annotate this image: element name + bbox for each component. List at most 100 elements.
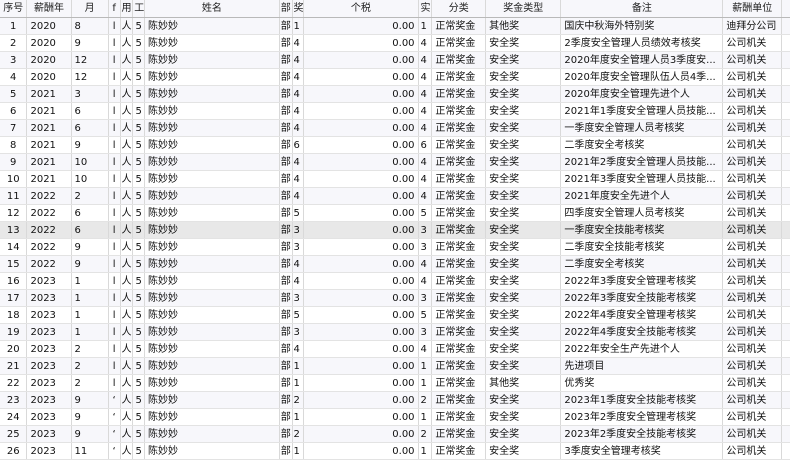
table-row[interactable]: 18 2023 1 l 人 5 陈妙妙部 5 0.00 5 正常奖金 安全奖 2022年4季度安全管理考… — [0, 307, 790, 324]
cell-remark: 3季度安全管理考核奖 — [561, 443, 724, 459]
col-header-tax[interactable]: 个税 — [304, 0, 419, 17]
cell-employ-type: 人 — [121, 120, 134, 136]
cell-bonus-type: 安全奖 — [486, 426, 562, 442]
cell-category: 正常奖金 — [432, 137, 487, 153]
cell-dept: 部 — [280, 375, 293, 391]
table-row[interactable]: 9 2021 10 l 人 5 陈妙妙部 4 0.00 4 正常奖金 安全奖 2021年2季度安全管理人… — [0, 154, 790, 171]
table-row[interactable]: 12 2022 6 l 人 5 陈妙妙部 5 0.00 5 正常奖金 安全奖 四季度安全管理人员考核奖公… — [0, 205, 790, 222]
row-filler — [782, 239, 790, 255]
table-row[interactable]: 23 2023 9 ‘人 5 陈妙妙部 2 0.00 2 正常奖金 安全奖 2023年1季度安全技能考… — [0, 392, 790, 409]
cell-year: 2023 — [27, 375, 72, 391]
cell-pay-unit: 公司机关 — [723, 443, 783, 459]
table-row[interactable]: 7 2021 6 l 人 5 陈妙妙部 4 0.00 4 正常奖金 安全奖 一季度安全管理人员考核奖 公司… — [0, 120, 790, 137]
table-row[interactable]: 6 2021 6 l 人 5 陈妙妙部 4 0.00 4 正常奖金 安全奖 2021年1季度安全管理人员… — [0, 103, 790, 120]
cell-dept: 部 — [280, 273, 293, 289]
col-header-month[interactable]: 月 — [72, 0, 109, 17]
cell-remark: 2023年2季度安全管理考核奖 — [561, 409, 724, 425]
cell-seq: 19 — [0, 324, 28, 340]
cell-category: 正常奖金 — [432, 392, 487, 408]
cell-f: l — [109, 52, 121, 68]
col-header-category[interactable]: 分类 — [432, 0, 487, 17]
col-header-bonus-type[interactable]: 奖金类型 — [486, 0, 562, 17]
table-row[interactable]: 2 2020 9 l 人 5 陈妙妙部 4 0.00 4 正常奖金 安全奖 2季度安全管理人员绩效考核奖… — [0, 35, 790, 52]
cell-f: l — [109, 103, 121, 119]
cell-work: 5 — [133, 69, 146, 85]
table-row[interactable]: 25 2023 9 ‘人 5 陈妙妙部 2 0.00 2 正常奖金 安全奖 2023年2季度安全技能考… — [0, 426, 790, 443]
table-row[interactable]: 14 2022 9 l 人 5 陈妙妙部 3 0.00 3 正常奖金 安全奖 二季度安全技能考核奖 公司机… — [0, 239, 790, 256]
cell-remark: 2020年度安全管理先进个人 — [561, 86, 724, 102]
table-row[interactable]: 13 2022 6 l 人 5 陈妙妙部 3 0.00 3 正常奖金 安全奖 一季度安全技能考核奖 公司机… — [0, 222, 790, 239]
col-header-name[interactable]: 姓名 — [145, 0, 280, 17]
cell-name: 陈妙妙 — [145, 307, 280, 323]
cell-f: l — [109, 222, 121, 238]
table-row[interactable]: 11 2022 2 l 人 5 陈妙妙部 4 0.00 4 正常奖金 安全奖 2021年度安全先进个人公… — [0, 188, 790, 205]
cell-tax: 0.00 — [304, 120, 419, 136]
col-header-bonus[interactable]: 奖 — [293, 0, 305, 17]
cell-employ-type: 人 — [121, 341, 134, 357]
cell-year: 2022 — [27, 222, 72, 238]
table-row[interactable]: 5 2021 3 l 人 5 陈妙妙部 4 0.00 4 正常奖金 安全奖 2020年度安全管理先进个人… — [0, 86, 790, 103]
cell-pay-unit: 公司机关 — [723, 103, 783, 119]
cell-bonus: 2 — [293, 392, 305, 408]
table-row[interactable]: 1 2020 8 l 人 5 陈妙妙部 1 0.00 1 正常奖金 其他奖 国庆中秋海外特别奖 迪拜分公司 — [0, 18, 790, 35]
cell-pay-unit: 公司机关 — [723, 86, 783, 102]
row-filler — [782, 18, 790, 34]
col-header-dept[interactable]: 部 — [280, 0, 293, 17]
cell-month: 2 — [72, 341, 109, 357]
table-row[interactable]: 24 2023 9 ‘人 5 陈妙妙部 1 0.00 1 正常奖金 安全奖 2023年2季度安全管理考… — [0, 409, 790, 426]
cell-year: 2023 — [27, 392, 72, 408]
col-header-remark[interactable]: 备注 — [561, 0, 724, 17]
table-row[interactable]: 8 2021 9 l 人 5 陈妙妙部 6 0.00 6 正常奖金 安全奖 二季度安全考核奖 公司机关 — [0, 137, 790, 154]
cell-actual: 6 — [419, 137, 433, 153]
cell-year: 2023 — [27, 358, 72, 374]
cell-seq: 21 — [0, 358, 28, 374]
table-row[interactable]: 22 2023 2 l 人 5 陈妙妙部 1 0.00 1 正常奖金 其他奖 优秀奖 公司机关 — [0, 375, 790, 392]
cell-month: 10 — [72, 154, 109, 170]
cell-tax: 0.00 — [304, 426, 419, 442]
cell-actual: 2 — [419, 392, 433, 408]
col-header-seq[interactable]: 序号 — [0, 0, 28, 17]
table-row[interactable]: 21 2023 2 l 人 5 陈妙妙部 1 0.00 1 正常奖金 安全奖 先进项目 公司机关 — [0, 358, 790, 375]
cell-category: 正常奖金 — [432, 443, 487, 459]
cell-name: 陈妙妙 — [145, 171, 280, 187]
col-header-actual[interactable]: 实 — [419, 0, 433, 17]
cell-tax: 0.00 — [304, 341, 419, 357]
cell-tax: 0.00 — [304, 256, 419, 272]
cell-category: 正常奖金 — [432, 205, 487, 221]
cell-f: ‘ — [109, 409, 121, 425]
col-header-f[interactable]: f — [109, 0, 121, 17]
cell-bonus: 1 — [293, 409, 305, 425]
table-row[interactable]: 17 2023 1 l 人 5 陈妙妙部 3 0.00 3 正常奖金 安全奖 2022年3季度安全技能考… — [0, 290, 790, 307]
col-header-employ-type[interactable]: 用 — [121, 0, 134, 17]
table-row[interactable]: 16 2023 1 l 人 5 陈妙妙部 4 0.00 4 正常奖金 安全奖 2022年3季度安全管理考… — [0, 273, 790, 290]
col-header-year[interactable]: 薪酬年 — [27, 0, 72, 17]
row-filler — [782, 375, 790, 391]
col-header-pay-unit[interactable]: 薪酬单位 — [723, 0, 783, 17]
cell-bonus-type: 安全奖 — [486, 103, 562, 119]
cell-bonus: 1 — [293, 18, 305, 34]
cell-pay-unit: 公司机关 — [723, 188, 783, 204]
table-row[interactable]: 15 2022 9 l 人 5 陈妙妙部 4 0.00 4 正常奖金 安全奖 二季度安全考核奖 公司机关 — [0, 256, 790, 273]
cell-dept: 部 — [280, 290, 293, 306]
cell-remark: 2020年度安全管理人员3季度安... — [561, 52, 724, 68]
cell-month: 3 — [72, 86, 109, 102]
cell-tax: 0.00 — [304, 171, 419, 187]
cell-employ-type: 人 — [121, 18, 134, 34]
cell-employ-type: 人 — [121, 256, 134, 272]
cell-category: 正常奖金 — [432, 358, 487, 374]
cell-month: 6 — [72, 222, 109, 238]
col-header-work[interactable]: 工 — [133, 0, 146, 17]
table-row[interactable]: 26 2023 11 ‘人 5 陈妙妙部 1 0.00 1 正常奖金 安全奖 3季度安全管理考核奖 公司… — [0, 443, 790, 460]
cell-name: 陈妙妙 — [145, 154, 280, 170]
cell-seq: 14 — [0, 239, 28, 255]
table-row[interactable]: 19 2023 1 l 人 5 陈妙妙部 3 0.00 3 正常奖金 安全奖 2022年4季度安全技能考… — [0, 324, 790, 341]
cell-pay-unit: 公司机关 — [723, 239, 783, 255]
table-row[interactable]: 20 2023 2 l 人 5 陈妙妙部 4 0.00 4 正常奖金 安全奖 2022年安全生产先进个人… — [0, 341, 790, 358]
table-row[interactable]: 3 2020 12 l 人 5 陈妙妙部 4 0.00 4 正常奖金 安全奖 2020年度安全管理人员3… — [0, 52, 790, 69]
table-row[interactable]: 4 2020 12 l 人 5 陈妙妙部 4 0.00 4 正常奖金 安全奖 2020年度安全管理队伍人… — [0, 69, 790, 86]
cell-pay-unit: 公司机关 — [723, 69, 783, 85]
cell-category: 正常奖金 — [432, 273, 487, 289]
table-row[interactable]: 10 2021 10 l 人 5 陈妙妙部 4 0.00 4 正常奖金 安全奖 2021年3季度安全管理… — [0, 171, 790, 188]
cell-f: l — [109, 375, 121, 391]
row-filler — [782, 307, 790, 323]
